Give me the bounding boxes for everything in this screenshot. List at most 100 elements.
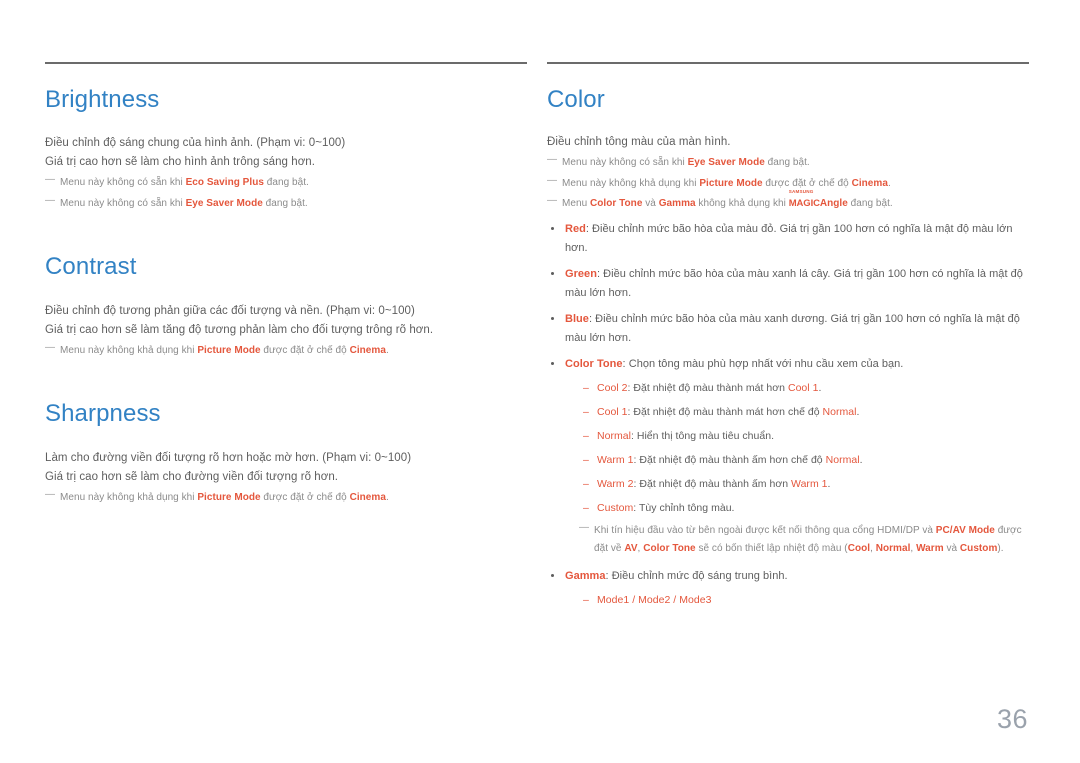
list-item-gamma: Gamma: Điều chỉnh mức độ sáng trung bình… xyxy=(547,567,1029,610)
av-note-opt-cool: Cool xyxy=(847,543,871,555)
sub-item-warm-2: – Warm 2: Đặt nhiệt độ màu thành ấm hơn W… xyxy=(565,475,1029,494)
note-text-post: đang bật. xyxy=(764,157,810,169)
section-brightness: Brightness Điều chỉnh độ sáng chung của … xyxy=(45,86,527,213)
note-term: Eco Saving Plus xyxy=(185,177,264,189)
sharpness-note-1: ― Menu này không khả dụng khi Picture Mod… xyxy=(45,489,527,508)
note-term: Eye Saver Mode xyxy=(185,197,263,209)
contrast-note-1: ― Menu này không khả dụng khi Picture Mod… xyxy=(45,342,527,361)
bullet-dot-icon xyxy=(551,226,554,230)
note-dash-icon: ― xyxy=(579,521,590,533)
right-column-rule xyxy=(547,62,1029,64)
note-dash-icon: ― xyxy=(547,154,558,166)
list-item-green: Green: Điều chỉnh mức bão hòa của màu xa… xyxy=(547,265,1029,303)
av-note-p4: sẽ có bốn thiết lập nhiệt độ màu ( xyxy=(695,543,848,555)
sub-post: . xyxy=(818,381,822,394)
bullet-dot-icon xyxy=(551,316,554,320)
samsung-brand-label: SAMSUNG xyxy=(788,189,814,195)
section-title-sharpness: Sharpness xyxy=(45,400,161,428)
section-contrast: Contrast Điều chỉnh độ tương phản giữa c… xyxy=(45,253,527,361)
gamma-modes-text: Mode1 / Mode2 / Mode3 xyxy=(597,593,712,606)
note-text-pre: Menu này không có sẵn khi xyxy=(562,157,688,169)
note-text-pre: Menu này không khả dụng khi xyxy=(60,491,198,503)
note-text-post: đang bật. xyxy=(262,197,308,209)
list-item-red: Red: Điều chỉnh mức bão hòa của màu đỏ. … xyxy=(547,220,1029,258)
color-note-1: ― Menu này không có sẵn khi Eye Saver Mod… xyxy=(547,154,1029,173)
ndash-icon: – xyxy=(583,405,589,418)
note-term-2: Cinema xyxy=(349,344,386,356)
magic-label: MAGIC xyxy=(788,198,820,210)
bullet-dot-icon xyxy=(551,271,554,275)
color-tone-av-note: ― Khi tín hiệu đầu vào từ bên ngoài được … xyxy=(565,522,1029,559)
brightness-description: Điều chỉnh độ sáng chung của hình ảnh. (… xyxy=(45,134,527,213)
list-item-blue: Blue: Điều chỉnh mức bão hòa của màu xan… xyxy=(547,310,1029,348)
brightness-note-1: ― Menu này không có sẵn khi Eco Saving Pl… xyxy=(45,174,527,193)
sub-item-custom: – Custom: Tùy chỉnh tông màu. xyxy=(565,499,1029,518)
note-text-mid: được đặt ở chế độ xyxy=(762,177,852,189)
option-text-green: : Điều chỉnh mức bão hòa của màu xanh lá… xyxy=(565,267,1023,299)
section-title-color: Color xyxy=(547,86,605,113)
note-text-post: . xyxy=(887,177,891,189)
ndash-icon: – xyxy=(583,501,589,514)
note-text-pre: Menu này không khả dụng khi xyxy=(60,344,198,356)
option-term-gamma: Gamma xyxy=(565,569,606,582)
option-text-gamma: : Điều chỉnh mức độ sáng trung bình. xyxy=(605,569,788,582)
option-text-blue: : Điều chỉnh mức bão hòa của màu xanh dư… xyxy=(565,312,1020,344)
ndash-icon: – xyxy=(583,429,589,442)
av-note-opt-custom: Custom xyxy=(959,543,998,555)
sub-item-warm-1: – Warm 1: Đặt nhiệt độ màu thành ấm hơn c… xyxy=(565,451,1029,470)
sub-term: Warm 2 xyxy=(597,477,634,490)
note-term: Color Tone xyxy=(590,198,643,210)
sub-text: : Tùy chỉnh tông màu. xyxy=(633,501,735,514)
option-term-blue: Blue xyxy=(565,312,589,325)
sub-item-gamma-modes: – Mode1 / Mode2 / Mode3 xyxy=(565,591,1029,610)
sharpness-line-1: Làm cho đường viền đối tượng rõ hơn hoặc… xyxy=(45,451,412,464)
section-sharpness: Sharpness Làm cho đường viền đối tượng r… xyxy=(45,400,527,508)
samsung-magic-angle-logo: SAMSUNG MAGICAngle xyxy=(788,189,848,214)
list-item-color-tone: Color Tone: Chọn tông màu phù hợp nhất v… xyxy=(547,355,1029,559)
sub-term: Cool 2 xyxy=(597,381,628,394)
ndash-icon: – xyxy=(583,477,589,490)
section-title-contrast: Contrast xyxy=(45,253,137,281)
page-number: 36 xyxy=(996,704,1028,734)
note-dash-icon: ― xyxy=(547,174,558,186)
note-dash-icon: ― xyxy=(45,174,56,186)
note-text-pre: Menu này không khả dụng khi xyxy=(562,177,700,189)
sub-term: Cool 1 xyxy=(597,405,628,418)
option-text-red: : Điều chỉnh mức bão hòa của màu đỏ. Giá… xyxy=(565,222,1013,254)
note-text-pre: Menu này không có sẵn khi xyxy=(60,197,186,209)
sub-item-cool-2: – Cool 2: Đặt nhiệt độ màu thành mát hơn … xyxy=(565,379,1029,398)
note-dash-icon: ― xyxy=(45,194,56,206)
note-term-2: Gamma xyxy=(658,198,696,210)
note-text-post: đang bật. xyxy=(263,177,309,189)
av-note-p1: Khi tín hiệu đầu vào từ bên ngoài được k… xyxy=(594,524,936,536)
brightness-line-1: Điều chỉnh độ sáng chung của hình ảnh. (… xyxy=(45,137,346,150)
sub-text: : Đặt nhiệt độ màu thành mát hơn xyxy=(627,381,788,394)
color-options-list: Red: Điều chỉnh mức bão hòa của màu đỏ. … xyxy=(547,220,1029,610)
av-note-p7: và xyxy=(943,543,960,555)
note-term-2: Cinema xyxy=(851,177,888,189)
sub-post: . xyxy=(827,477,831,490)
note-text-mid: và xyxy=(642,198,659,210)
note-term: Picture Mode xyxy=(197,344,261,356)
note-text-post: . xyxy=(385,491,389,503)
sharpness-line-2: Giá trị cao hơn sẽ làm cho đường viền đố… xyxy=(45,470,339,483)
ndash-icon: – xyxy=(583,593,589,606)
section-title-brightness: Brightness xyxy=(45,86,160,113)
bullet-dot-icon xyxy=(551,573,554,577)
page-columns: Brightness Điều chỉnh độ sáng chung của … xyxy=(0,0,1080,610)
bullet-dot-icon xyxy=(551,361,554,365)
option-term-green: Green xyxy=(565,267,597,280)
ndash-icon: – xyxy=(583,381,589,394)
av-note-p8: ). xyxy=(997,543,1004,555)
sub-post: . xyxy=(859,453,863,466)
color-tone-options-list: – Cool 2: Đặt nhiệt độ màu thành mát hơn … xyxy=(565,379,1029,518)
brightness-line-2: Giá trị cao hơn sẽ làm cho hình ảnh trôn… xyxy=(45,156,316,169)
note-text-mid: được đặt ở chế độ xyxy=(260,491,350,503)
av-note-term-pcav: PC/AV Mode xyxy=(935,524,995,536)
av-note-opt-normal: Normal xyxy=(875,543,911,555)
contrast-line-1: Điều chỉnh độ tương phản giữa các đối tư… xyxy=(45,304,415,317)
option-term-color-tone: Color Tone xyxy=(565,357,623,370)
color-note-3: ― Menu Color Tone và Gamma không khả dụng… xyxy=(547,189,1029,214)
sub-ref: Cool 1 xyxy=(787,381,819,394)
av-note-term-av: AV xyxy=(624,543,638,555)
